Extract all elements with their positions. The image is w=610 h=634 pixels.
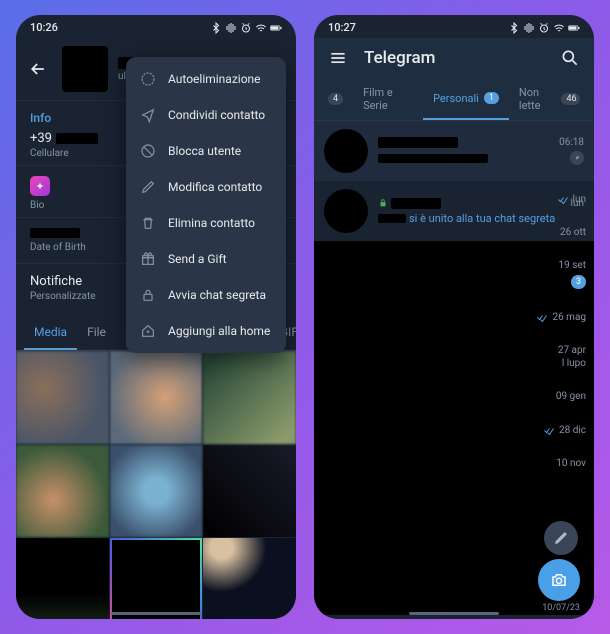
bluetooth-icon xyxy=(508,22,520,34)
tab-personali[interactable]: Personali 1 xyxy=(423,78,509,120)
menu-edit[interactable]: Modifica contatto xyxy=(126,169,286,205)
double-check-icon xyxy=(536,311,548,323)
bio-app-icon: ✦ xyxy=(30,176,50,196)
status-icons xyxy=(508,22,580,34)
media-item[interactable] xyxy=(16,351,109,444)
chat-row[interactable]: 06:18 xyxy=(314,121,594,181)
double-check-icon xyxy=(557,193,569,205)
battery-icon xyxy=(568,22,580,34)
double-check-icon xyxy=(543,424,555,436)
context-menu: Autoeliminazione Condividi contatto Bloc… xyxy=(126,57,286,353)
tab-file[interactable]: File xyxy=(77,316,116,350)
media-item[interactable] xyxy=(110,445,203,538)
menu-delete[interactable]: Elimina contatto xyxy=(126,205,286,241)
status-bar: 10:26 xyxy=(16,15,296,38)
chat-preview-redacted xyxy=(378,154,488,163)
pencil-icon xyxy=(552,529,570,547)
tab-film[interactable]: Film e Serie xyxy=(353,78,423,120)
chat-time: 06:18 xyxy=(559,137,584,148)
menu-block[interactable]: Blocca utente xyxy=(126,133,286,169)
menu-add-home[interactable]: Aggiungi alla home xyxy=(126,313,286,349)
dob-value-redacted xyxy=(30,228,80,238)
status-icons xyxy=(210,22,282,34)
media-item[interactable] xyxy=(110,538,203,619)
media-item[interactable] xyxy=(16,445,109,538)
tab-all[interactable]: 4 xyxy=(318,78,353,120)
alarm-icon xyxy=(538,22,550,34)
vibrate-icon xyxy=(523,22,535,34)
menu-gift[interactable]: Send a Gift xyxy=(126,241,286,277)
search-icon[interactable] xyxy=(560,48,580,68)
chat-name-redacted xyxy=(391,198,441,209)
folder-tabs: 4 Film e Serie Personali 1 Non lette 46 xyxy=(314,78,594,121)
timer-icon xyxy=(140,71,156,87)
chat-avatar xyxy=(324,129,368,173)
lock-icon xyxy=(378,198,388,208)
vibrate-icon xyxy=(225,22,237,34)
chat-list-screen: 10:27 Telegram 4 Film e Serie Personali … xyxy=(314,15,594,619)
media-item[interactable] xyxy=(203,445,296,538)
bottom-date: 10/07/23 xyxy=(542,603,580,613)
tab-media[interactable]: Media xyxy=(24,316,77,350)
battery-icon xyxy=(270,22,282,34)
home-plus-icon xyxy=(140,323,156,339)
camera-button[interactable] xyxy=(538,559,580,601)
pin-icon xyxy=(570,151,584,165)
home-indicator[interactable] xyxy=(409,612,499,615)
block-icon xyxy=(140,143,156,159)
chat-avatar xyxy=(324,189,368,233)
home-indicator[interactable] xyxy=(111,612,201,615)
timestamps-column: lun 26 ott 19 set 3 26 mag 27 apr l lupo… xyxy=(536,193,586,469)
menu-secret-chat[interactable]: Avvia chat segreta xyxy=(126,277,286,313)
menu-share-contact[interactable]: Condividi contatto xyxy=(126,97,286,133)
secret-chat-msg: si è unito alla tua chat segreta xyxy=(409,212,555,225)
tab-nonlette-badge: 46 xyxy=(561,93,580,105)
gift-icon xyxy=(140,251,156,267)
back-arrow-icon[interactable] xyxy=(28,59,48,79)
lock-icon xyxy=(140,287,156,303)
compose-button[interactable] xyxy=(544,521,578,555)
bluetooth-icon xyxy=(210,22,222,34)
unread-badge: 3 xyxy=(571,275,586,289)
wifi-icon xyxy=(255,22,267,34)
camera-icon xyxy=(550,571,568,589)
avatar[interactable] xyxy=(62,46,108,92)
chat-preview-partial: l lupo xyxy=(562,358,586,369)
notif-title: Notifiche xyxy=(30,274,96,289)
trash-icon xyxy=(140,215,156,231)
app-header: Telegram xyxy=(314,38,594,78)
share-icon xyxy=(140,107,156,123)
media-item[interactable] xyxy=(16,538,109,619)
menu-icon[interactable] xyxy=(328,48,348,68)
wifi-icon xyxy=(553,22,565,34)
menu-autodelete[interactable]: Autoeliminazione xyxy=(126,61,286,97)
alarm-icon xyxy=(240,22,252,34)
tab-nonlette[interactable]: Non lette 46 xyxy=(509,78,590,120)
app-title: Telegram xyxy=(364,48,544,68)
pencil-icon xyxy=(140,179,156,195)
media-item[interactable] xyxy=(110,351,203,444)
status-time: 10:27 xyxy=(328,21,356,34)
notif-subtitle: Personalizzate xyxy=(30,291,96,302)
profile-screen: 10:26 ultimo access Info +39 Cellulare ✦… xyxy=(16,15,296,619)
media-item[interactable] xyxy=(203,351,296,444)
media-grid xyxy=(16,351,296,619)
media-item[interactable] xyxy=(203,538,296,619)
tab-all-badge: 4 xyxy=(328,93,343,105)
chat-name-redacted xyxy=(378,137,458,148)
status-time: 10:26 xyxy=(30,21,58,34)
tab-personali-badge: 1 xyxy=(484,92,499,104)
status-bar: 10:27 xyxy=(314,15,594,38)
